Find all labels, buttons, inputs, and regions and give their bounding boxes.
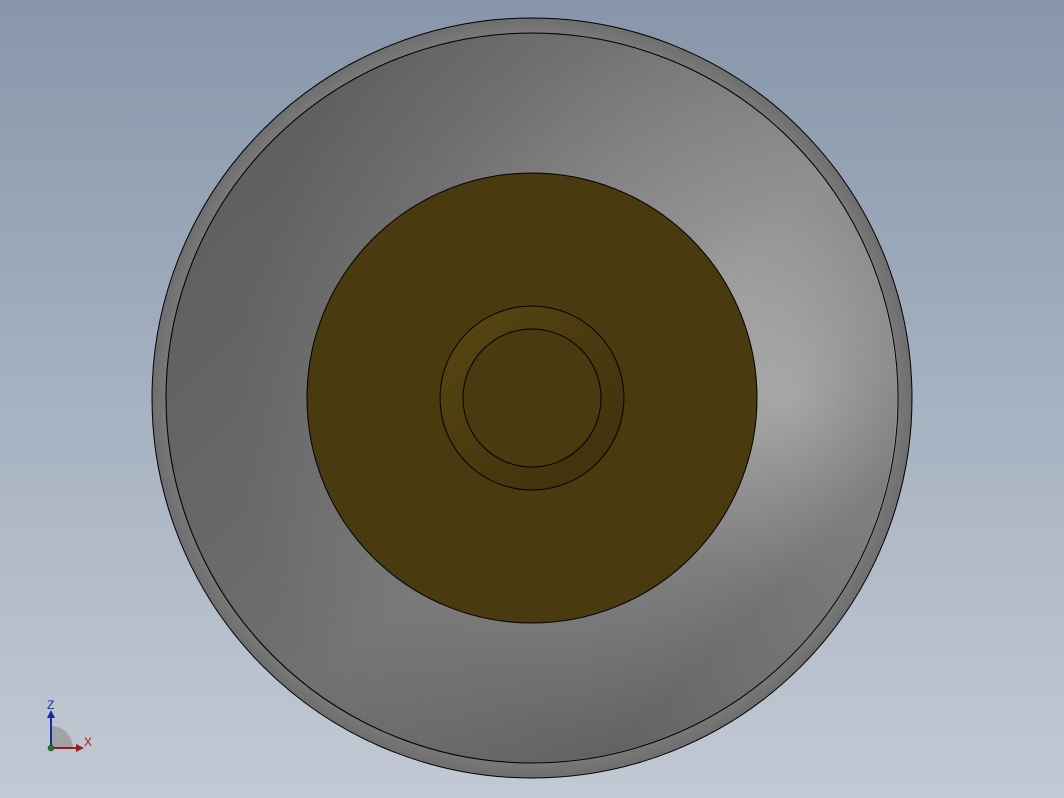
triad-origin xyxy=(47,744,55,752)
x-axis-arrow xyxy=(76,744,84,752)
reference-triad[interactable]: Z X xyxy=(38,698,98,758)
model-view[interactable] xyxy=(0,0,1064,798)
triad-plane-shade xyxy=(51,726,73,748)
boss-inner-face[interactable] xyxy=(462,328,602,468)
graphics-viewport[interactable]: Z X xyxy=(0,0,1064,798)
x-axis-label: X xyxy=(84,735,92,749)
z-axis-label: Z xyxy=(47,698,54,712)
